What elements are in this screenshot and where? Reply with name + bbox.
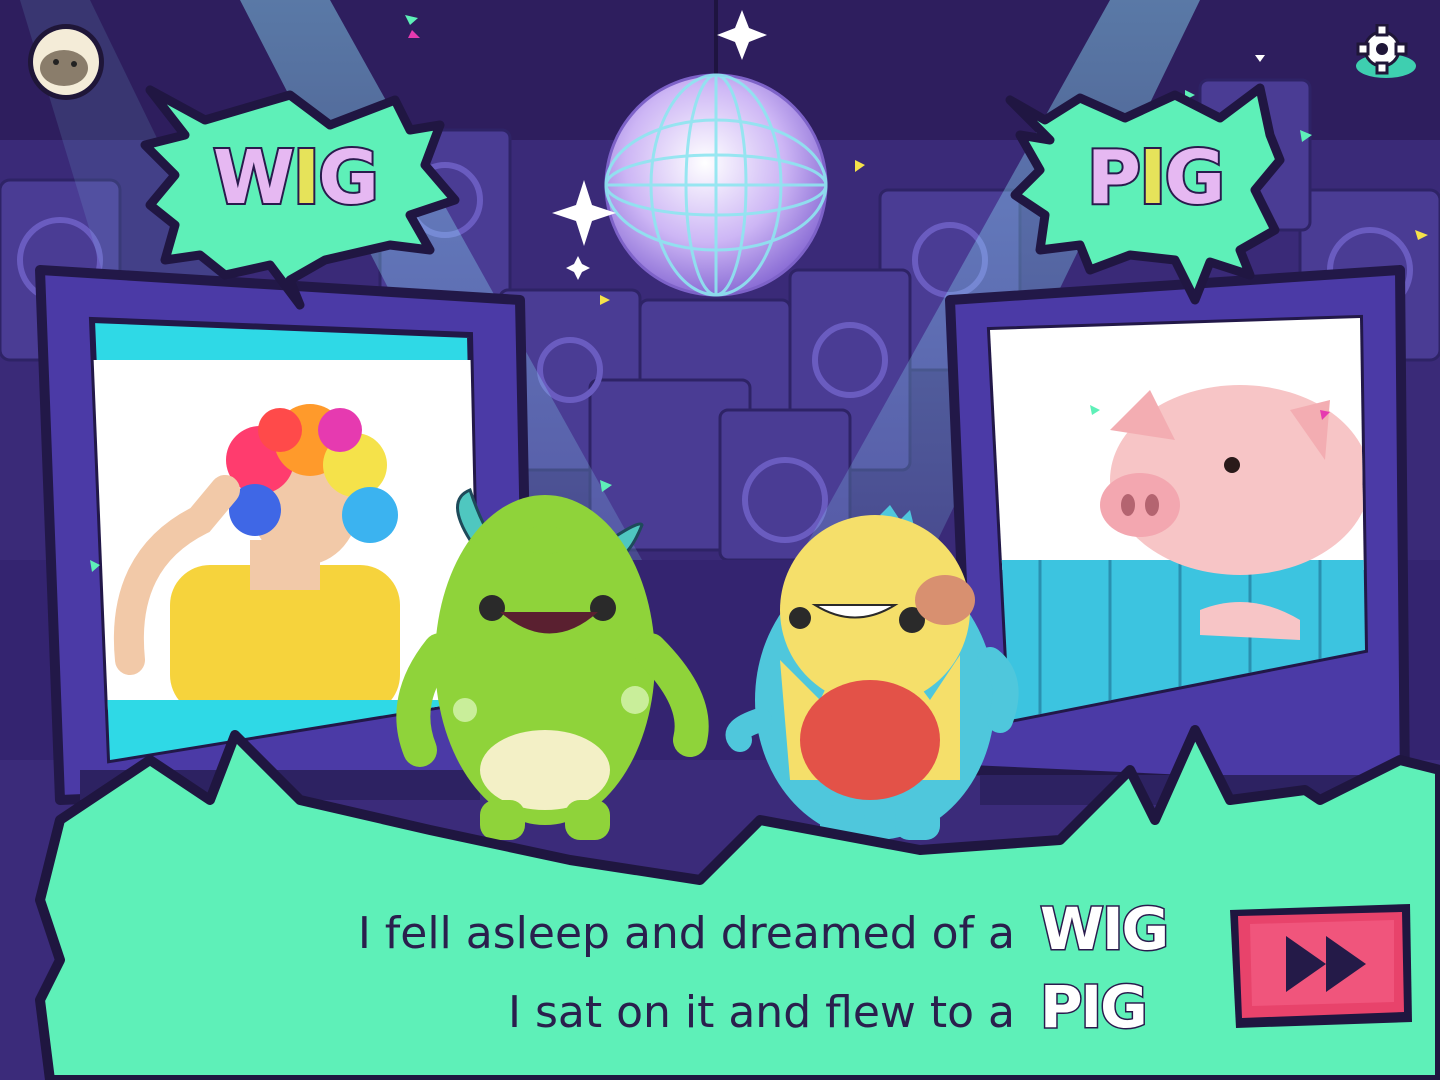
avatar-art (33, 29, 99, 95)
left-bubble-word: WIG (195, 133, 395, 223)
hedgehog-avatar-icon[interactable] (28, 24, 104, 100)
gear-art (1356, 23, 1416, 78)
fast-forward-icon (1230, 904, 1412, 1028)
right-bubble-word: PIG (1060, 133, 1250, 223)
caption-line-2: I sat on it and flew to a (508, 987, 1015, 1038)
caption-line-1: I fell asleep and dreamed of a (357, 908, 1015, 959)
left-word-highlight: I (291, 133, 322, 223)
right-word-highlight: I (1137, 133, 1168, 223)
caption-word-2: PIG (1039, 972, 1150, 1043)
caption-word-1: WIG (1038, 894, 1170, 965)
next-button[interactable] (1222, 898, 1418, 1033)
game-scene: WIG PIG I fell asleep and dreamed of a W… (0, 0, 1440, 1080)
left-word-start: W (211, 133, 297, 223)
right-word-end: G (1163, 133, 1228, 223)
left-word-end: G (316, 133, 381, 223)
gear-icon[interactable] (1352, 23, 1416, 82)
right-word-start: P (1085, 133, 1143, 223)
